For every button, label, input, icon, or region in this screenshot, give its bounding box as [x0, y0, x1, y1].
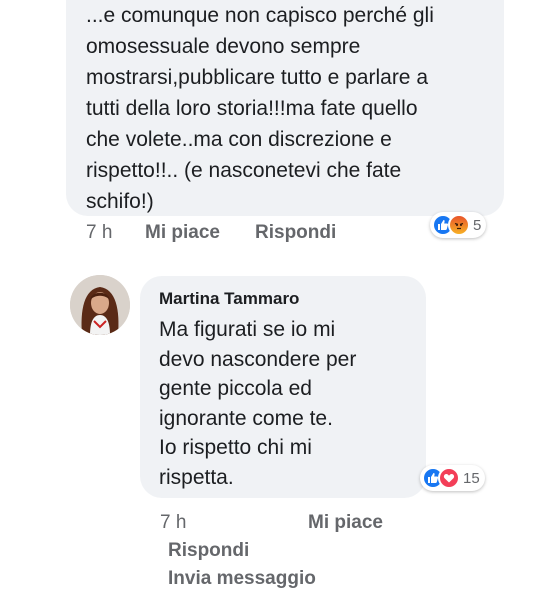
reply-button[interactable]: Rispondi	[168, 538, 249, 564]
comment-timestamp: 7 h	[86, 222, 113, 243]
angry-icon	[448, 214, 470, 236]
comment-text: ...e comunque non capisco perché gli omo…	[86, 4, 434, 213]
reaction-count: 15	[463, 469, 480, 487]
avatar[interactable]	[70, 275, 130, 335]
like-button[interactable]: Mi piace	[308, 510, 383, 536]
comment-author[interactable]: Martina Tammaro	[159, 288, 299, 310]
reactions-summary[interactable]: 5	[430, 212, 487, 238]
like-button[interactable]: Mi piace	[145, 220, 220, 246]
comment-text: Ma figurati se io mi devo nascondere per…	[159, 318, 357, 489]
comment-timestamp: 7 h	[160, 512, 187, 533]
heart-icon	[438, 467, 460, 489]
reply-button[interactable]: Rispondi	[255, 220, 336, 246]
reactions-summary[interactable]: 15	[420, 465, 485, 491]
reaction-count: 5	[473, 216, 482, 234]
send-message-button[interactable]: Invia messaggio	[168, 566, 316, 592]
